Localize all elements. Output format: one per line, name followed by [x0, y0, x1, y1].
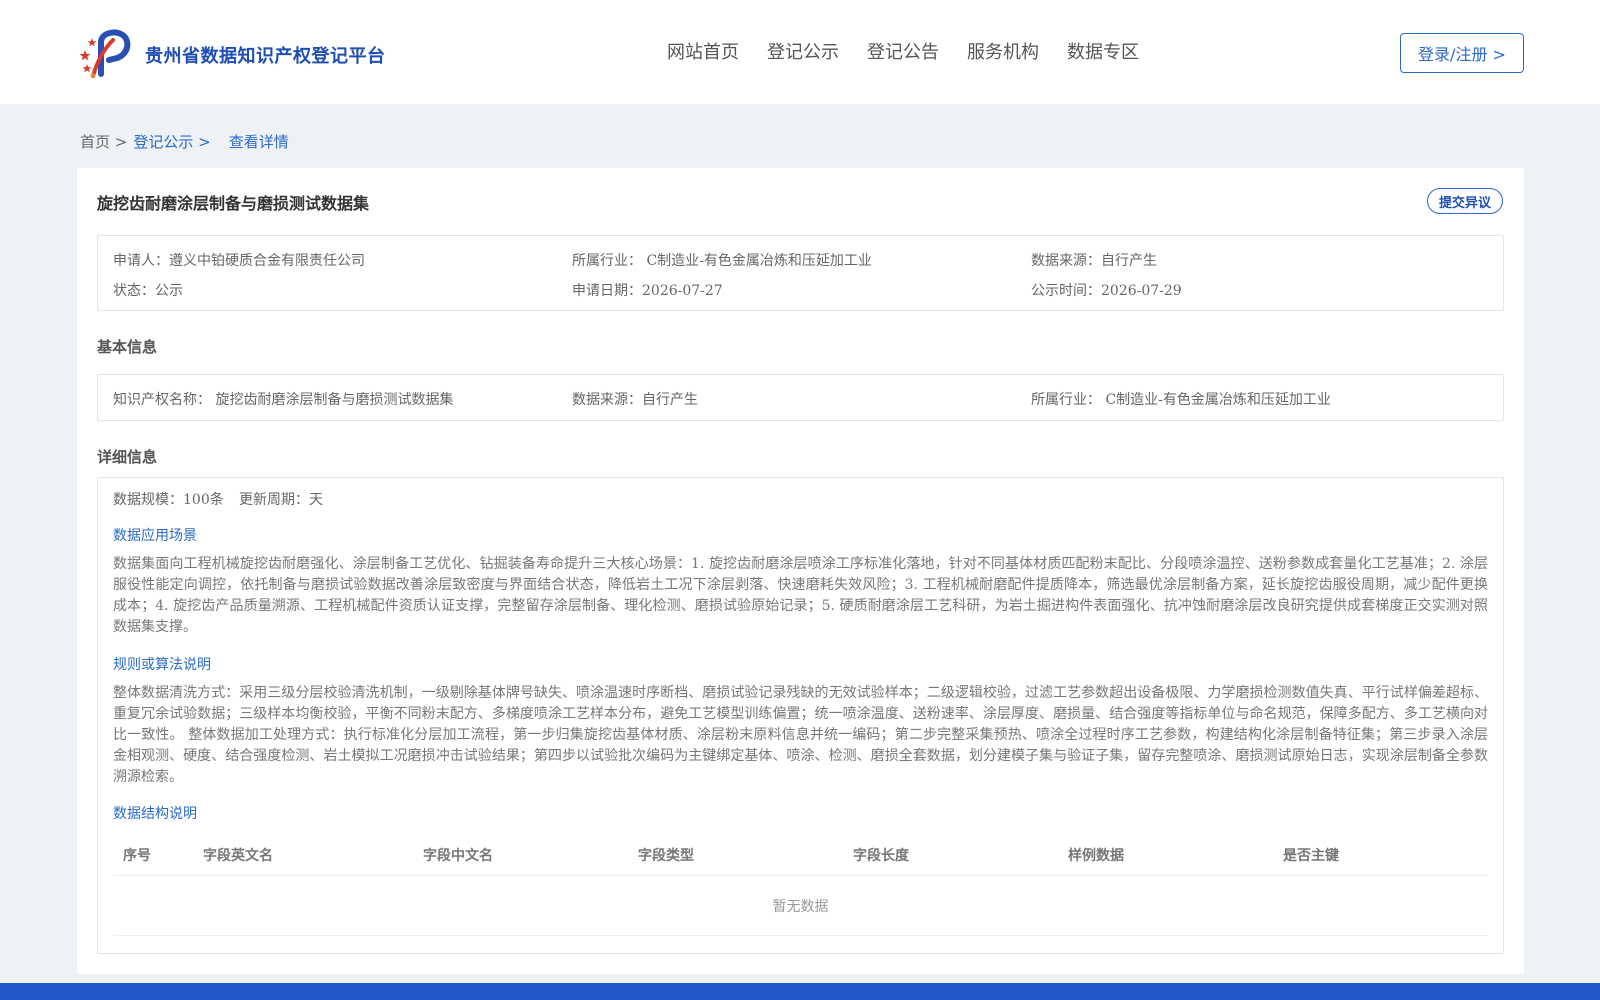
detail-info-box: 数据规模：100条 更新周期：天 数据应用场景 数据集面向工程机械旋挖齿耐磨强化…	[97, 477, 1504, 954]
summary-status: 状态：公示	[113, 283, 183, 299]
detail-card: 旋挖齿耐磨涂层制备与磨损测试数据集 提交异议 申请人：遵义中铂硬质合金有限责任公…	[77, 168, 1524, 974]
main-nav: 网站首页 登记公示 登记公告 服务机构 数据专区	[667, 38, 1167, 64]
site-brand-name[interactable]: 贵州省数据知识产权登记平台	[145, 42, 386, 68]
nav-registration-publicity[interactable]: 登记公示	[767, 38, 839, 64]
summary-source: 数据来源：自行产生	[1031, 253, 1157, 269]
scenario-text: 数据集面向工程机械旋挖齿耐磨强化、涂层制备工艺优化、钻掘装备寿命提升三大核心场景…	[113, 556, 1488, 635]
breadcrumb-section[interactable]: 登记公示 >	[133, 131, 210, 152]
nav-home[interactable]: 网站首页	[667, 38, 739, 64]
scenario-heading: 数据应用场景	[113, 528, 197, 544]
breadcrumb: 首页 > 登记公示 > 查看详情	[80, 131, 289, 152]
detail-info-heading: 详细信息	[97, 448, 158, 466]
structure-table-header: 序号 字段英文名 字段中文名 字段类型 字段长度 样例数据 是否主键	[113, 832, 1488, 876]
th-index: 序号	[123, 848, 151, 864]
table-empty-state: 暂无数据	[113, 876, 1488, 936]
structure-heading: 数据结构说明	[113, 806, 197, 822]
basic-source: 数据来源：自行产生	[572, 392, 698, 408]
rules-text: 整体数据清洗方式：采用三级分层校验清洗机制，一级剔除基体牌号缺失、喷涂温速时序断…	[113, 685, 1488, 785]
th-field-en: 字段英文名	[203, 848, 273, 864]
summary-publish-date: 公示时间：2026-07-29	[1031, 283, 1182, 299]
summary-box: 申请人：遵义中铂硬质合金有限责任公司 所属行业： C制造业-有色金属冶炼和压延加…	[97, 235, 1504, 311]
th-sample-data: 样例数据	[1068, 848, 1124, 864]
submit-objection-button[interactable]: 提交异议	[1427, 188, 1503, 214]
platform-logo-icon	[79, 29, 131, 78]
basic-info-box: 知识产权名称： 旋挖齿耐磨涂层制备与磨损测试数据集 数据来源：自行产生 所属行业…	[97, 374, 1504, 421]
summary-apply-date: 申请日期：2026-07-27	[572, 283, 723, 299]
basic-industry: 所属行业： C制造业-有色金属冶炼和压延加工业	[1031, 392, 1331, 408]
nav-registration-announcement[interactable]: 登记公告	[867, 38, 939, 64]
th-field-cn: 字段中文名	[423, 848, 493, 864]
breadcrumb-home[interactable]: 首页 >	[80, 131, 127, 152]
nav-service-agencies[interactable]: 服务机构	[967, 38, 1039, 64]
summary-industry: 所属行业： C制造业-有色金属冶炼和压延加工业	[572, 253, 872, 269]
th-primary-key: 是否主键	[1283, 848, 1339, 864]
nav-data-zone[interactable]: 数据专区	[1067, 38, 1139, 64]
detail-scale: 数据规模：100条	[113, 492, 224, 508]
detail-update-cycle: 更新周期：天	[239, 492, 323, 508]
th-field-length: 字段长度	[853, 848, 909, 864]
breadcrumb-current: 查看详情	[228, 133, 289, 151]
basic-ip-name: 知识产权名称： 旋挖齿耐磨涂层制备与磨损测试数据集	[113, 392, 454, 408]
login-register-button[interactable]: 登录/注册 >	[1400, 33, 1524, 73]
basic-info-heading: 基本信息	[97, 338, 158, 356]
page-title: 旋挖齿耐磨涂层制备与磨损测试数据集	[97, 194, 370, 213]
site-header: 贵州省数据知识产权登记平台 网站首页 登记公示 登记公告 服务机构 数据专区 登…	[0, 0, 1600, 104]
site-footer	[0, 983, 1600, 1000]
th-field-type: 字段类型	[638, 848, 694, 864]
summary-applicant: 申请人：遵义中铂硬质合金有限责任公司	[113, 253, 365, 269]
rules-heading: 规则或算法说明	[113, 657, 211, 673]
